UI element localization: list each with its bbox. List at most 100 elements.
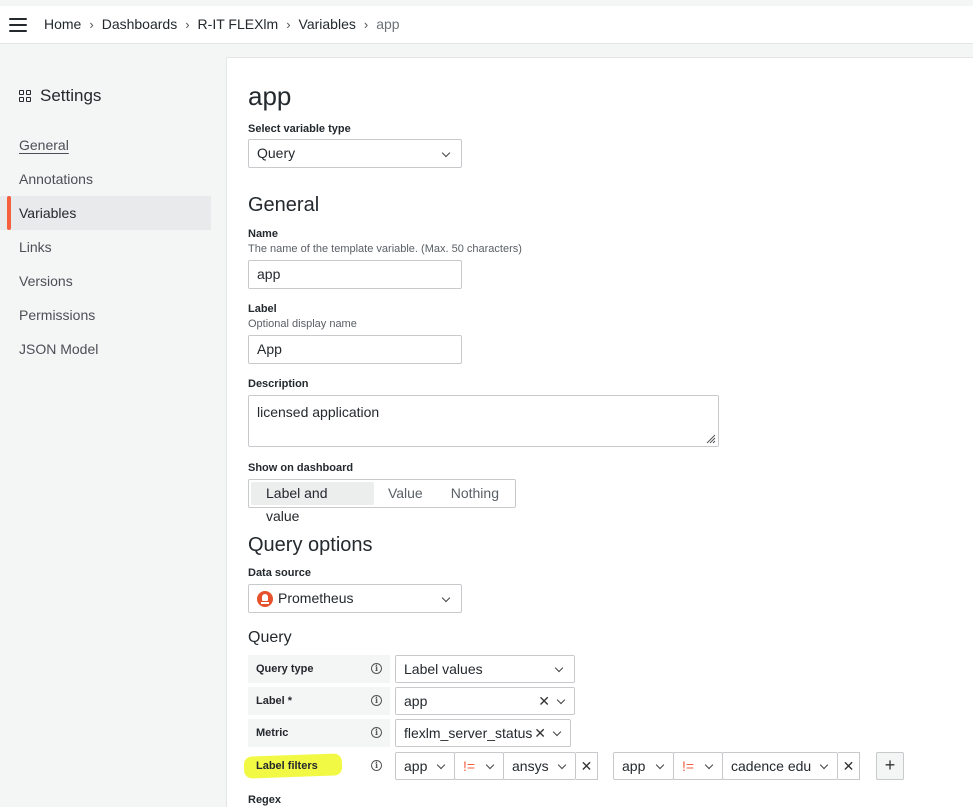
regex-label: Regex (248, 794, 282, 806)
nav-item-variables[interactable]: Variables (0, 196, 211, 230)
remove-filter-2-button[interactable]: ✕ (838, 752, 860, 780)
settings-sidebar: Settings General Annotations Variables L… (0, 44, 225, 807)
variable-type-select[interactable]: Query (248, 139, 462, 168)
settings-nav: General Annotations Variables Links Vers… (0, 128, 211, 366)
label-field-label-text: Label * (256, 695, 293, 707)
label-filters-label: Label filters i (248, 752, 390, 780)
resize-handle-icon[interactable] (704, 432, 716, 444)
clear-icon[interactable]: ✕ (538, 688, 550, 714)
metric-select[interactable]: flexlm_server_status ✕ (395, 719, 571, 747)
description-label: Description (248, 378, 309, 390)
top-bar: Home › Dashboards › R-IT FLEXlm › Variab… (0, 6, 973, 44)
breadcrumb: Home › Dashboards › R-IT FLEXlm › Variab… (44, 16, 400, 32)
query-options-heading: Query options (248, 534, 373, 556)
chevron-down-icon (441, 149, 451, 159)
chevron-right-icon: › (363, 16, 369, 32)
show-on-dashboard-radio: Label and value Value Nothing (248, 479, 516, 524)
chevron-right-icon: › (286, 16, 291, 32)
chevron-down-icon (557, 761, 567, 771)
description-value: licensed application (257, 404, 380, 420)
filter-2-key-select[interactable]: app (613, 752, 674, 780)
radio-nothing[interactable]: Nothing (437, 482, 513, 505)
radio-value[interactable]: Value (374, 482, 437, 505)
datasource-select[interactable]: Prometheus (248, 584, 462, 613)
filter-2-operator: != (682, 758, 695, 774)
datasource-value: Prometheus (278, 590, 354, 606)
filter-2-operator-select[interactable]: != (673, 752, 723, 780)
query-type-label-text: Query type (256, 663, 314, 675)
filter-2-value-select[interactable]: cadence edu (722, 752, 838, 780)
chevron-down-icon (485, 761, 495, 771)
chevron-down-icon (556, 696, 566, 706)
nav-item-general[interactable]: General (0, 128, 211, 162)
query-type-value: Label values (404, 661, 483, 677)
filter-1-value-select[interactable]: ansys (503, 752, 576, 780)
breadcrumb-home[interactable]: Home (44, 16, 81, 32)
chevron-down-icon (436, 761, 446, 771)
nav-item-links[interactable]: Links (0, 230, 211, 264)
general-heading: General (248, 194, 320, 216)
filter-1-operator-select[interactable]: != (454, 752, 504, 780)
label-field-select[interactable]: app ✕ (395, 687, 575, 715)
description-textarea[interactable]: licensed application (248, 395, 719, 447)
prometheus-icon (257, 591, 273, 607)
label-label: Label (248, 303, 277, 315)
close-icon: ✕ (580, 758, 593, 774)
chevron-down-icon (552, 728, 562, 738)
menu-icon[interactable] (9, 18, 27, 32)
settings-title-label: Settings (40, 86, 102, 105)
query-type-label: Query type i (248, 655, 390, 683)
nav-item-json-model[interactable]: JSON Model (0, 332, 211, 366)
nav-item-permissions[interactable]: Permissions (0, 298, 211, 332)
query-heading: Query (248, 629, 292, 646)
filter-1-key: app (404, 758, 428, 774)
metric-label: Metric i (248, 719, 390, 747)
breadcrumb-variables[interactable]: Variables (299, 16, 356, 32)
add-filter-button[interactable]: + (876, 752, 904, 780)
chevron-down-icon (554, 664, 564, 674)
breadcrumb-dashboards[interactable]: Dashboards (102, 16, 178, 32)
info-icon[interactable]: i (371, 695, 382, 706)
info-icon[interactable]: i (371, 727, 382, 738)
chevron-down-icon (655, 761, 665, 771)
variable-editor: app Select variable type Query General N… (226, 57, 973, 807)
filter-1-value: ansys (512, 758, 549, 774)
metric-label-text: Metric (256, 727, 289, 739)
show-on-dashboard-label: Show on dashboard (248, 462, 354, 474)
label-input[interactable]: App (248, 335, 462, 364)
filter-2-value: cadence edu (731, 758, 812, 774)
filter-1-key-select[interactable]: app (395, 752, 455, 780)
label-description: Optional display name (248, 318, 357, 330)
label-field-value: app (404, 693, 428, 709)
info-icon[interactable]: i (371, 663, 382, 674)
chevron-down-icon (704, 761, 714, 771)
breadcrumb-current: app (376, 16, 400, 32)
settings-title: Settings (19, 86, 101, 106)
name-label: Name (248, 228, 278, 240)
filter-2-key: app (622, 758, 646, 774)
radio-label-and-value[interactable]: Label and value (251, 482, 374, 524)
nav-item-annotations[interactable]: Annotations (0, 162, 211, 196)
breadcrumb-dashboard[interactable]: R-IT FLEXlm (198, 16, 279, 32)
metric-value: flexlm_server_status (404, 725, 533, 741)
close-icon: ✕ (842, 758, 855, 774)
remove-filter-1-button[interactable]: ✕ (576, 752, 598, 780)
datasource-label: Data source (248, 567, 311, 579)
variable-type-label: Select variable type (248, 123, 351, 135)
filter-1-operator: != (463, 758, 476, 774)
chevron-right-icon: › (89, 16, 94, 32)
nav-item-versions[interactable]: Versions (0, 264, 211, 298)
clear-icon[interactable]: ✕ (534, 720, 546, 746)
chevron-down-icon (441, 594, 451, 604)
label-filters-label-text: Label filters (256, 760, 318, 772)
name-input[interactable]: app (248, 260, 462, 289)
variable-type-value: Query (257, 145, 296, 161)
chevron-down-icon (819, 761, 829, 771)
info-icon[interactable]: i (371, 760, 382, 771)
name-description: The name of the template variable. (Max.… (248, 243, 522, 255)
query-type-select[interactable]: Label values (395, 655, 575, 683)
label-field-label: Label * i (248, 687, 390, 715)
page-title: app (248, 81, 292, 111)
chevron-right-icon: › (185, 16, 190, 32)
grid-icon (19, 89, 32, 103)
